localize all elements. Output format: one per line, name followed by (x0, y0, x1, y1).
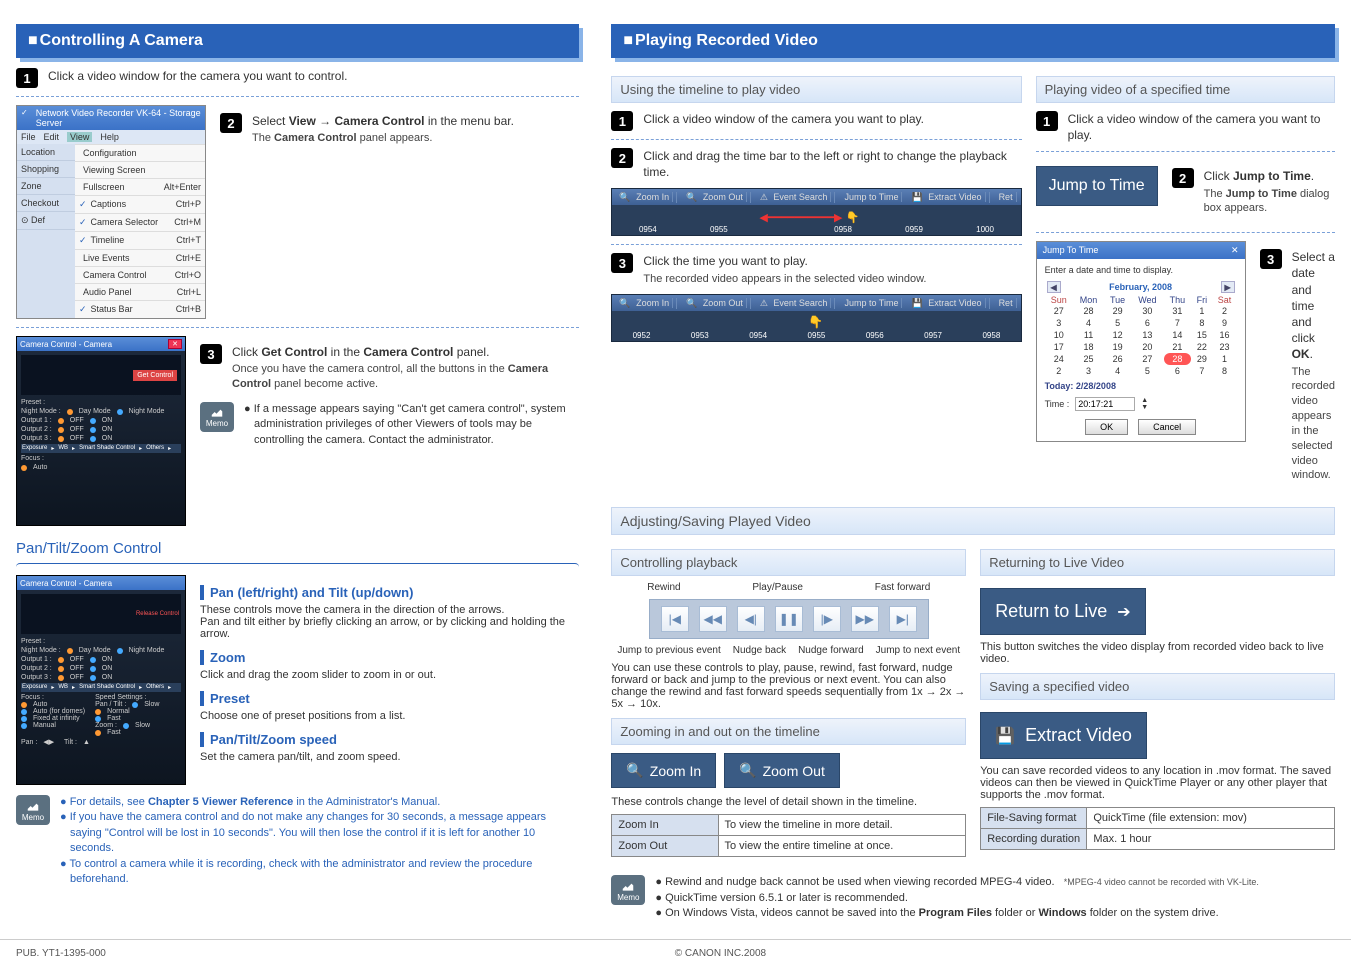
speed-heading: Pan/Tilt/Zoom speed (200, 732, 579, 747)
sub-return: Returning to Live Video (980, 549, 1335, 576)
preset-heading: Preset (200, 691, 579, 706)
r-b-step1: Click a video window of the camera you w… (1068, 111, 1335, 143)
pan-heading: Pan (left/right) and Tilt (up/down) (200, 585, 579, 600)
memo-icon: Memo (200, 402, 234, 432)
zoom-table: Zoom InTo view the timeline in more deta… (611, 814, 966, 857)
sub-controlling: Controlling playback (611, 549, 966, 576)
memo-icon: Memo (16, 795, 50, 825)
ok-button[interactable]: OK (1085, 419, 1128, 435)
return-to-live-button[interactable]: Return to Live➔ (980, 588, 1145, 635)
preset-text: Choose one of preset positions from a li… (200, 710, 579, 722)
left-step3-text: Click Get Control in the Camera Control … (232, 344, 579, 392)
zoom-text: Click and drag the zoom slider to zoom i… (200, 669, 579, 681)
time-input[interactable] (1075, 397, 1135, 411)
speed-text: Set the camera pan/tilt, and zoom speed. (200, 751, 579, 763)
zoom-heading: Zoom (200, 650, 579, 665)
extract-desc: You can save recorded videos to any loca… (980, 765, 1335, 801)
extract-video-button[interactable]: 💾Extract Video (980, 712, 1147, 759)
jump-to-time-dialog: Jump To Time✕ Enter a date and time to d… (1036, 241, 1246, 442)
step-badge-2: 2 (611, 148, 633, 168)
ptz-heading: Pan/Tilt/Zoom Control (16, 540, 579, 557)
step-badge-1: 1 (16, 68, 38, 88)
r-b-step2: Click Jump to Time. The Jump to Time dia… (1204, 168, 1335, 216)
playback-panel: |◀ ◀◀ ◀| ❚❚ |▶ ▶▶ ▶| (649, 599, 929, 639)
sub-zoom: Zooming in and out on the timeline (611, 718, 966, 745)
jump-to-time-button[interactable]: Jump to Time (1036, 166, 1158, 206)
sub-using-timeline: Using the timeline to play video (611, 76, 1021, 103)
playback-labels-bottom: Jump to previous event Nudge back Nudge … (611, 645, 966, 656)
heading-controlling: Controlling A Camera (16, 24, 579, 58)
close-icon[interactable]: ✕ (1231, 245, 1239, 256)
step-badge-3: 3 (200, 344, 222, 364)
zoom-in-button[interactable]: 🔍Zoom In (611, 753, 716, 788)
zoom-in-icon: 🔍 (626, 762, 643, 779)
play-pause-button[interactable]: ❚❚ (775, 606, 803, 632)
step-badge-2: 2 (1172, 168, 1194, 188)
arrow-right-icon: ➔ (1117, 602, 1130, 622)
step-badge-1: 1 (611, 111, 633, 131)
sub-adjusting: Adjusting/Saving Played Video (611, 507, 1335, 535)
cancel-button[interactable]: Cancel (1138, 419, 1196, 435)
zoom-out-icon: 🔍 (739, 762, 756, 779)
step-badge-3: 3 (611, 253, 633, 273)
zoom-desc: These controls change the level of detai… (611, 796, 966, 808)
nudge-back-button[interactable]: ◀| (737, 606, 765, 632)
timeline-mock-2: 🔍 Zoom In 🔍 Zoom Out ⚠ Event Search Jump… (611, 294, 1021, 342)
pan-text2: Pan and tilt either by briefly clicking … (200, 616, 579, 640)
pan-text: These controls move the camera in the di… (200, 604, 579, 616)
left-step1-text: Click a video window for the camera you … (48, 68, 347, 84)
camera-control-panel-mock-2: Camera Control - Camera Release Control … (16, 575, 186, 785)
nudge-fwd-button[interactable]: |▶ (813, 606, 841, 632)
sub-specified-time: Playing video of a specified time (1036, 76, 1335, 103)
rewind-button[interactable]: ◀◀ (699, 606, 727, 632)
extract-table: File-Saving formatQuickTime (file extens… (980, 807, 1335, 850)
timeline-mock-1: 🔍 Zoom In 🔍 Zoom Out ⚠ Event Search Jump… (611, 188, 1021, 236)
left-step2-text: Select View → Camera Control in the menu… (252, 113, 514, 146)
r-a-step3: Click the time you want to play. The rec… (643, 253, 926, 286)
close-icon: ✕ (168, 339, 182, 349)
memo-text: If a message appears saying "Can't get c… (244, 402, 579, 448)
sub-saving: Saving a specified video (980, 673, 1335, 700)
memo-text: For details, see Chapter 5 Viewer Refere… (60, 795, 579, 887)
return-desc: This button switches the video display f… (980, 641, 1335, 665)
fast-fwd-button[interactable]: ▶▶ (851, 606, 879, 632)
next-month-button[interactable]: ▶ (1221, 281, 1235, 293)
heading-playing: Playing Recorded Video (611, 24, 1335, 58)
r-a-step2: Click and drag the time bar to the left … (643, 148, 1021, 180)
camera-control-panel-mock-1: Camera Control - Camera✕ Get Control Pre… (16, 336, 186, 526)
r-a-step1: Click a video window of the camera you w… (643, 111, 924, 127)
step-badge-1: 1 (1036, 111, 1058, 131)
calendar-grid[interactable]: Sun Mon Tue Wed Thu Fri Sat 272829303112… (1045, 295, 1237, 377)
zoom-out-button[interactable]: 🔍Zoom Out (724, 753, 840, 788)
save-icon: 💾 (995, 726, 1015, 746)
prev-month-button[interactable]: ◀ (1047, 281, 1061, 293)
jump-next-event-button[interactable]: ▶| (889, 606, 917, 632)
r-b-step3: Select a date and time and click OK. The… (1292, 249, 1335, 483)
step-badge-2: 2 (220, 113, 242, 133)
playback-labels-top: Rewind Play/Pause Fast forward (611, 582, 966, 593)
step-badge-3: 3 (1260, 249, 1282, 269)
pb-desc: You can use these controls to play, paus… (611, 662, 966, 710)
jump-prev-event-button[interactable]: |◀ (661, 606, 689, 632)
memo-icon: Memo (611, 875, 645, 905)
memo-text: Rewind and nudge back cannot be used whe… (655, 875, 1259, 921)
view-menu-mock: ✓ Network Video Recorder VK-64 - Storage… (16, 105, 206, 319)
